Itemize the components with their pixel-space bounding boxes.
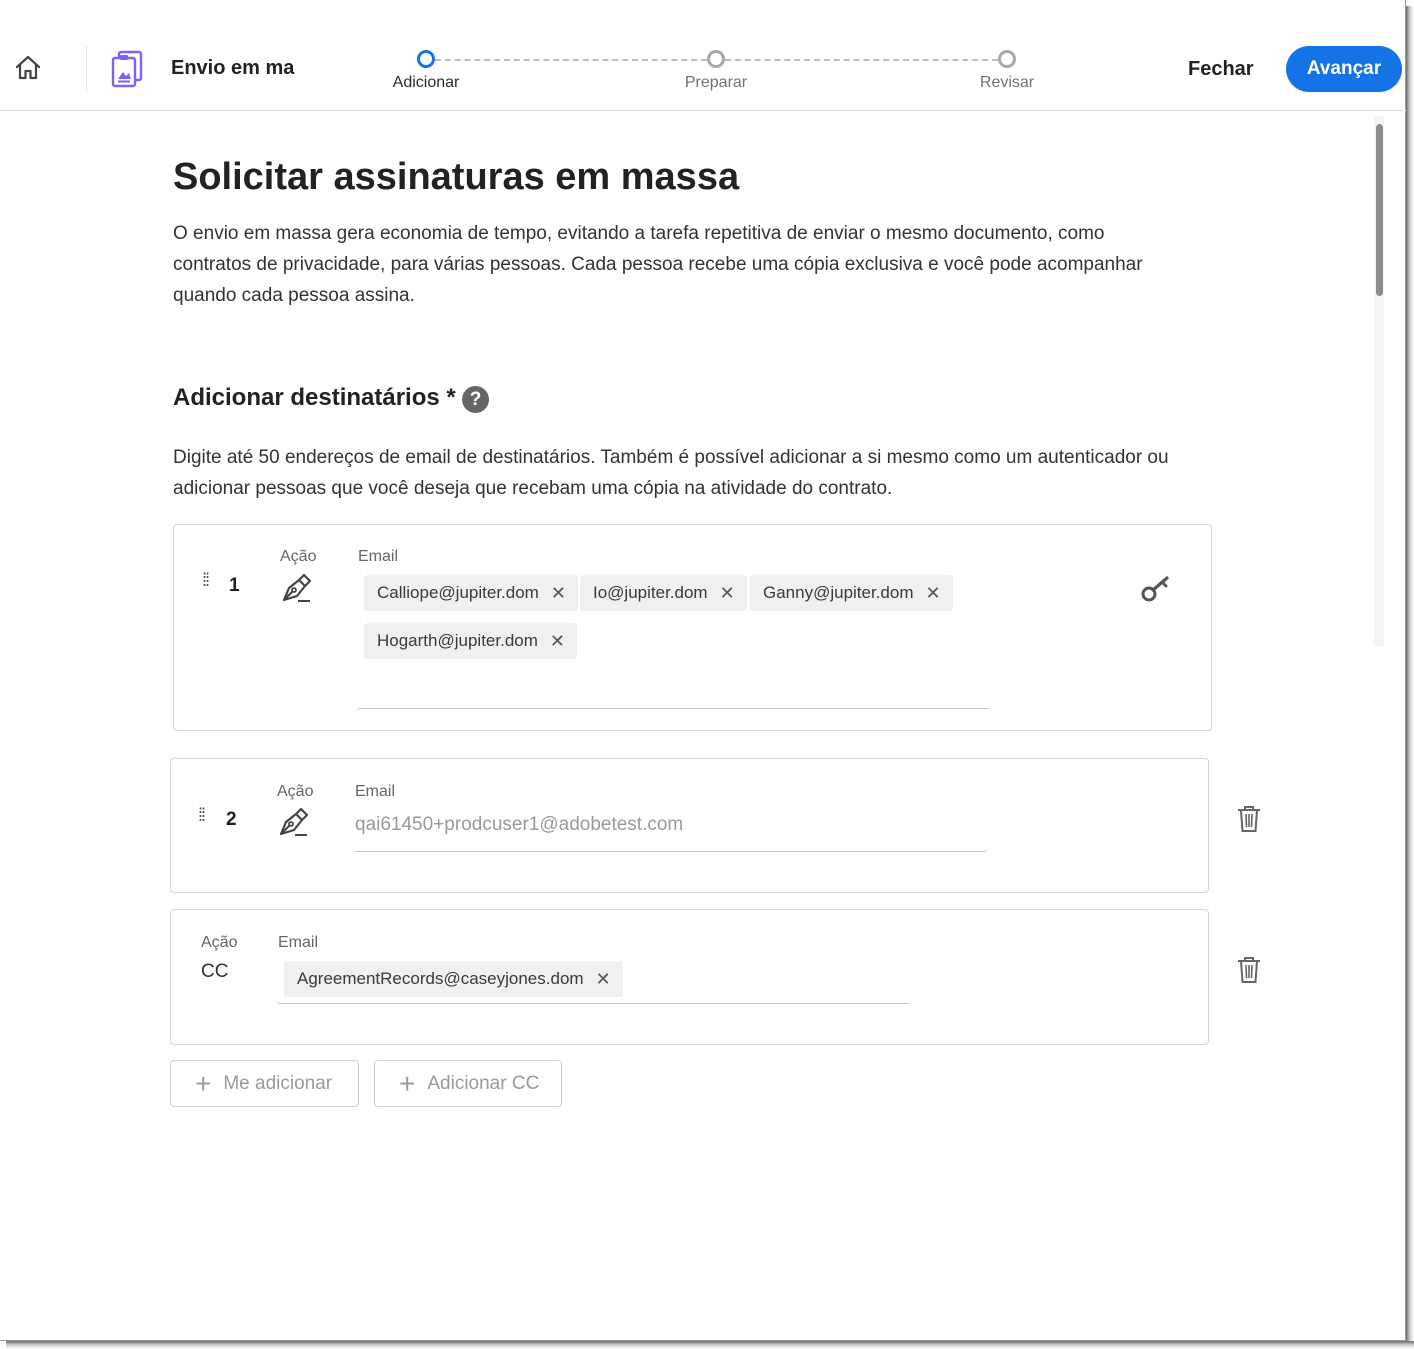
progress-steps: Adicionar Preparar Revisar bbox=[380, 46, 1060, 98]
step-3-label[interactable]: Revisar bbox=[980, 74, 1034, 92]
email-chip-text: Io@jupiter.dom bbox=[593, 583, 708, 602]
drag-handle-icon[interactable]: ⁞⁞ bbox=[198, 806, 208, 832]
key-icon[interactable] bbox=[1140, 572, 1172, 604]
cc-email-input[interactable] bbox=[278, 1003, 909, 1004]
recipient-number: 2 bbox=[226, 809, 237, 830]
trash-icon[interactable] bbox=[1236, 955, 1262, 985]
action-label: Ação bbox=[280, 548, 317, 565]
close-button[interactable]: Fechar bbox=[1170, 52, 1272, 86]
window-shadow-bottom bbox=[6, 1341, 1414, 1349]
remove-chip-icon[interactable]: ✕ bbox=[551, 583, 566, 604]
cc-action-value: CC bbox=[201, 961, 229, 982]
recipient-card-2 bbox=[170, 758, 1209, 893]
email-label: Email bbox=[355, 783, 396, 800]
header-divider bbox=[86, 46, 87, 92]
document-title: Envio em ma bbox=[171, 57, 295, 79]
add-cc-button[interactable]: + Adicionar CC bbox=[374, 1060, 562, 1107]
recipient-number: 1 bbox=[229, 575, 240, 596]
add-me-button[interactable]: + Me adicionar bbox=[170, 1060, 359, 1107]
trash-icon[interactable] bbox=[1236, 804, 1262, 834]
remove-chip-icon[interactable]: ✕ bbox=[720, 583, 735, 604]
action-label: Ação bbox=[201, 934, 238, 951]
page-title: Solicitar assinaturas em massa bbox=[173, 156, 740, 198]
home-button[interactable] bbox=[10, 50, 46, 86]
email-chip-text: Hogarth@jupiter.dom bbox=[377, 631, 538, 650]
email-chip: Ganny@jupiter.dom ✕ bbox=[750, 575, 953, 611]
email-chip: Hogarth@jupiter.dom ✕ bbox=[364, 623, 577, 659]
step-connector bbox=[435, 59, 707, 61]
email-input-1[interactable] bbox=[358, 708, 989, 709]
remove-chip-icon[interactable]: ✕ bbox=[550, 631, 565, 652]
drag-handle-icon[interactable]: ⁞⁞ bbox=[202, 571, 212, 597]
step-3-marker bbox=[998, 50, 1016, 68]
email-input-2[interactable]: qai61450+prodcuser1@adobetest.com bbox=[355, 814, 683, 836]
next-button[interactable]: Avançar bbox=[1286, 46, 1402, 92]
step-1-label[interactable]: Adicionar bbox=[393, 74, 460, 92]
intro-text: O envio em massa gera economia de tempo,… bbox=[173, 223, 1143, 306]
email-chip-text: Ganny@jupiter.dom bbox=[763, 583, 914, 602]
pen-sign-icon[interactable] bbox=[280, 570, 314, 604]
recipient-card-1 bbox=[173, 524, 1212, 731]
clipboard-document-icon bbox=[111, 50, 143, 88]
step-connector bbox=[725, 59, 998, 61]
remove-chip-icon[interactable]: ✕ bbox=[926, 583, 941, 604]
email-chip: Calliope@jupiter.dom ✕ bbox=[364, 575, 578, 611]
window-shadow-right bbox=[1406, 6, 1414, 1349]
email-chip: AgreementRecords@caseyjones.dom ✕ bbox=[284, 961, 623, 997]
email-chip: Io@jupiter.dom ✕ bbox=[580, 575, 747, 611]
email-chip-text: Calliope@jupiter.dom bbox=[377, 583, 539, 602]
add-me-label: Me adicionar bbox=[223, 1072, 333, 1094]
step-2-label[interactable]: Preparar bbox=[685, 74, 747, 92]
add-cc-label: Adicionar CC bbox=[427, 1072, 540, 1094]
plus-icon: + bbox=[195, 1067, 212, 1099]
plus-icon: + bbox=[399, 1067, 416, 1099]
scrollbar-thumb[interactable] bbox=[1376, 124, 1383, 296]
action-label: Ação bbox=[277, 783, 314, 800]
recipients-heading: Adicionar destinatários * bbox=[173, 384, 456, 411]
email-input-underline bbox=[355, 851, 986, 852]
step-1-marker bbox=[417, 50, 435, 68]
remove-chip-icon[interactable]: ✕ bbox=[596, 969, 611, 990]
email-label: Email bbox=[358, 548, 399, 565]
email-label: Email bbox=[278, 934, 319, 951]
pen-sign-icon[interactable] bbox=[277, 804, 311, 838]
top-header: Envio em ma Adicionar Preparar Revisar F… bbox=[0, 0, 1406, 111]
email-chip-text: AgreementRecords@caseyjones.dom bbox=[297, 969, 584, 988]
recipients-description: Digite até 50 endereços de email de dest… bbox=[173, 447, 1169, 499]
step-2-marker bbox=[707, 50, 725, 68]
help-icon[interactable]: ? bbox=[462, 386, 489, 413]
home-icon bbox=[15, 55, 41, 80]
